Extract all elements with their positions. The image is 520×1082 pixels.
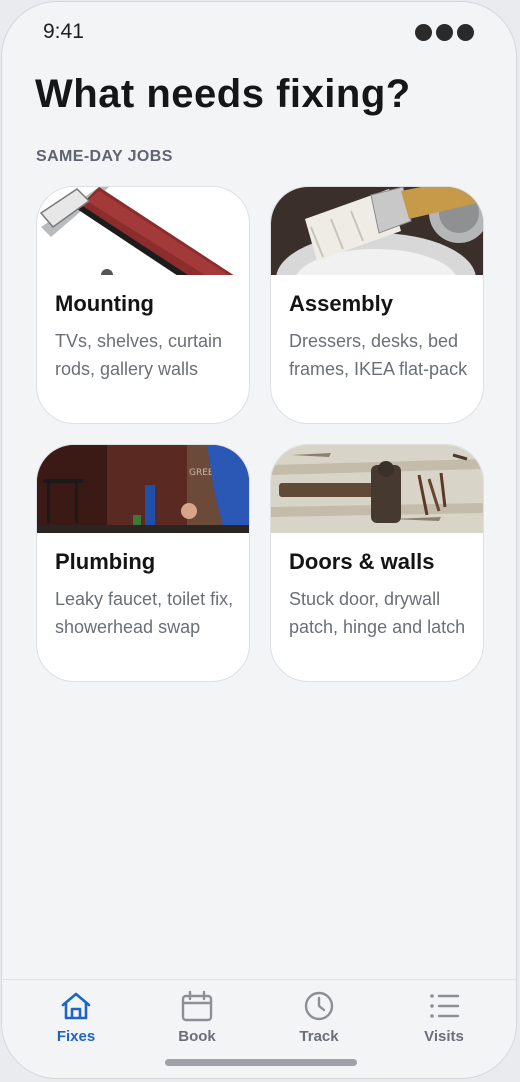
card-title: Mounting <box>55 291 154 316</box>
status-time: 9:41 <box>43 20 84 43</box>
tab-visits[interactable]: Visits <box>399 990 489 1045</box>
tab-label: Fixes <box>56 1028 96 1045</box>
home-icon <box>61 992 91 1020</box>
service-card-assembly[interactable]: Assembly Dressers, desks, bed frames, IK… <box>270 186 484 424</box>
calendar-icon <box>181 990 213 1022</box>
section-label: SAME-DAY JOBS <box>36 148 173 165</box>
service-card-mounting[interactable]: Mounting TVs, shelves, curtain rods, gal… <box>36 186 250 424</box>
hammer-nails-photo <box>271 445 483 533</box>
card-description: TVs, shelves, curtain rods, gallery wall… <box>55 331 223 379</box>
tab-fixes[interactable]: Fixes <box>31 990 121 1045</box>
hammer-photo <box>37 187 249 275</box>
card-description: Stuck door, drywall patch, hinge and lat… <box>289 589 466 637</box>
tab-book[interactable]: Book <box>152 990 242 1045</box>
card-description: Leaky faucet, toilet fix, showerhead swa… <box>55 589 234 637</box>
card-title: Plumbing <box>55 549 156 574</box>
list-icon <box>430 994 460 1018</box>
service-card-doors-walls[interactable]: Doors & walls Stuck door, drywall patch,… <box>270 444 484 682</box>
paint-brush-photo <box>271 187 483 275</box>
phone-frame: 9:41 What needs fixing? SAME-DAY JOBS Mo… <box>1 1 517 1079</box>
tab-track[interactable]: Track <box>274 990 364 1045</box>
clock-icon <box>304 991 334 1021</box>
tab-label: Book <box>178 1028 216 1045</box>
page-title: What needs fixing? <box>35 72 411 116</box>
plumber-photo: GREEN St <box>37 445 249 533</box>
card-title: Doors & walls <box>289 549 435 574</box>
card-description: Dressers, desks, bed frames, IKEA flat-p… <box>289 331 468 379</box>
home-indicator[interactable] <box>165 1059 357 1066</box>
tab-label: Track <box>299 1028 339 1045</box>
card-title: Assembly <box>289 291 393 316</box>
service-card-plumbing[interactable]: GREEN St Plumbing Leaky faucet, toilet f… <box>36 444 250 682</box>
tab-label: Visits <box>424 1028 464 1045</box>
more-dots-icon[interactable] <box>415 24 474 41</box>
